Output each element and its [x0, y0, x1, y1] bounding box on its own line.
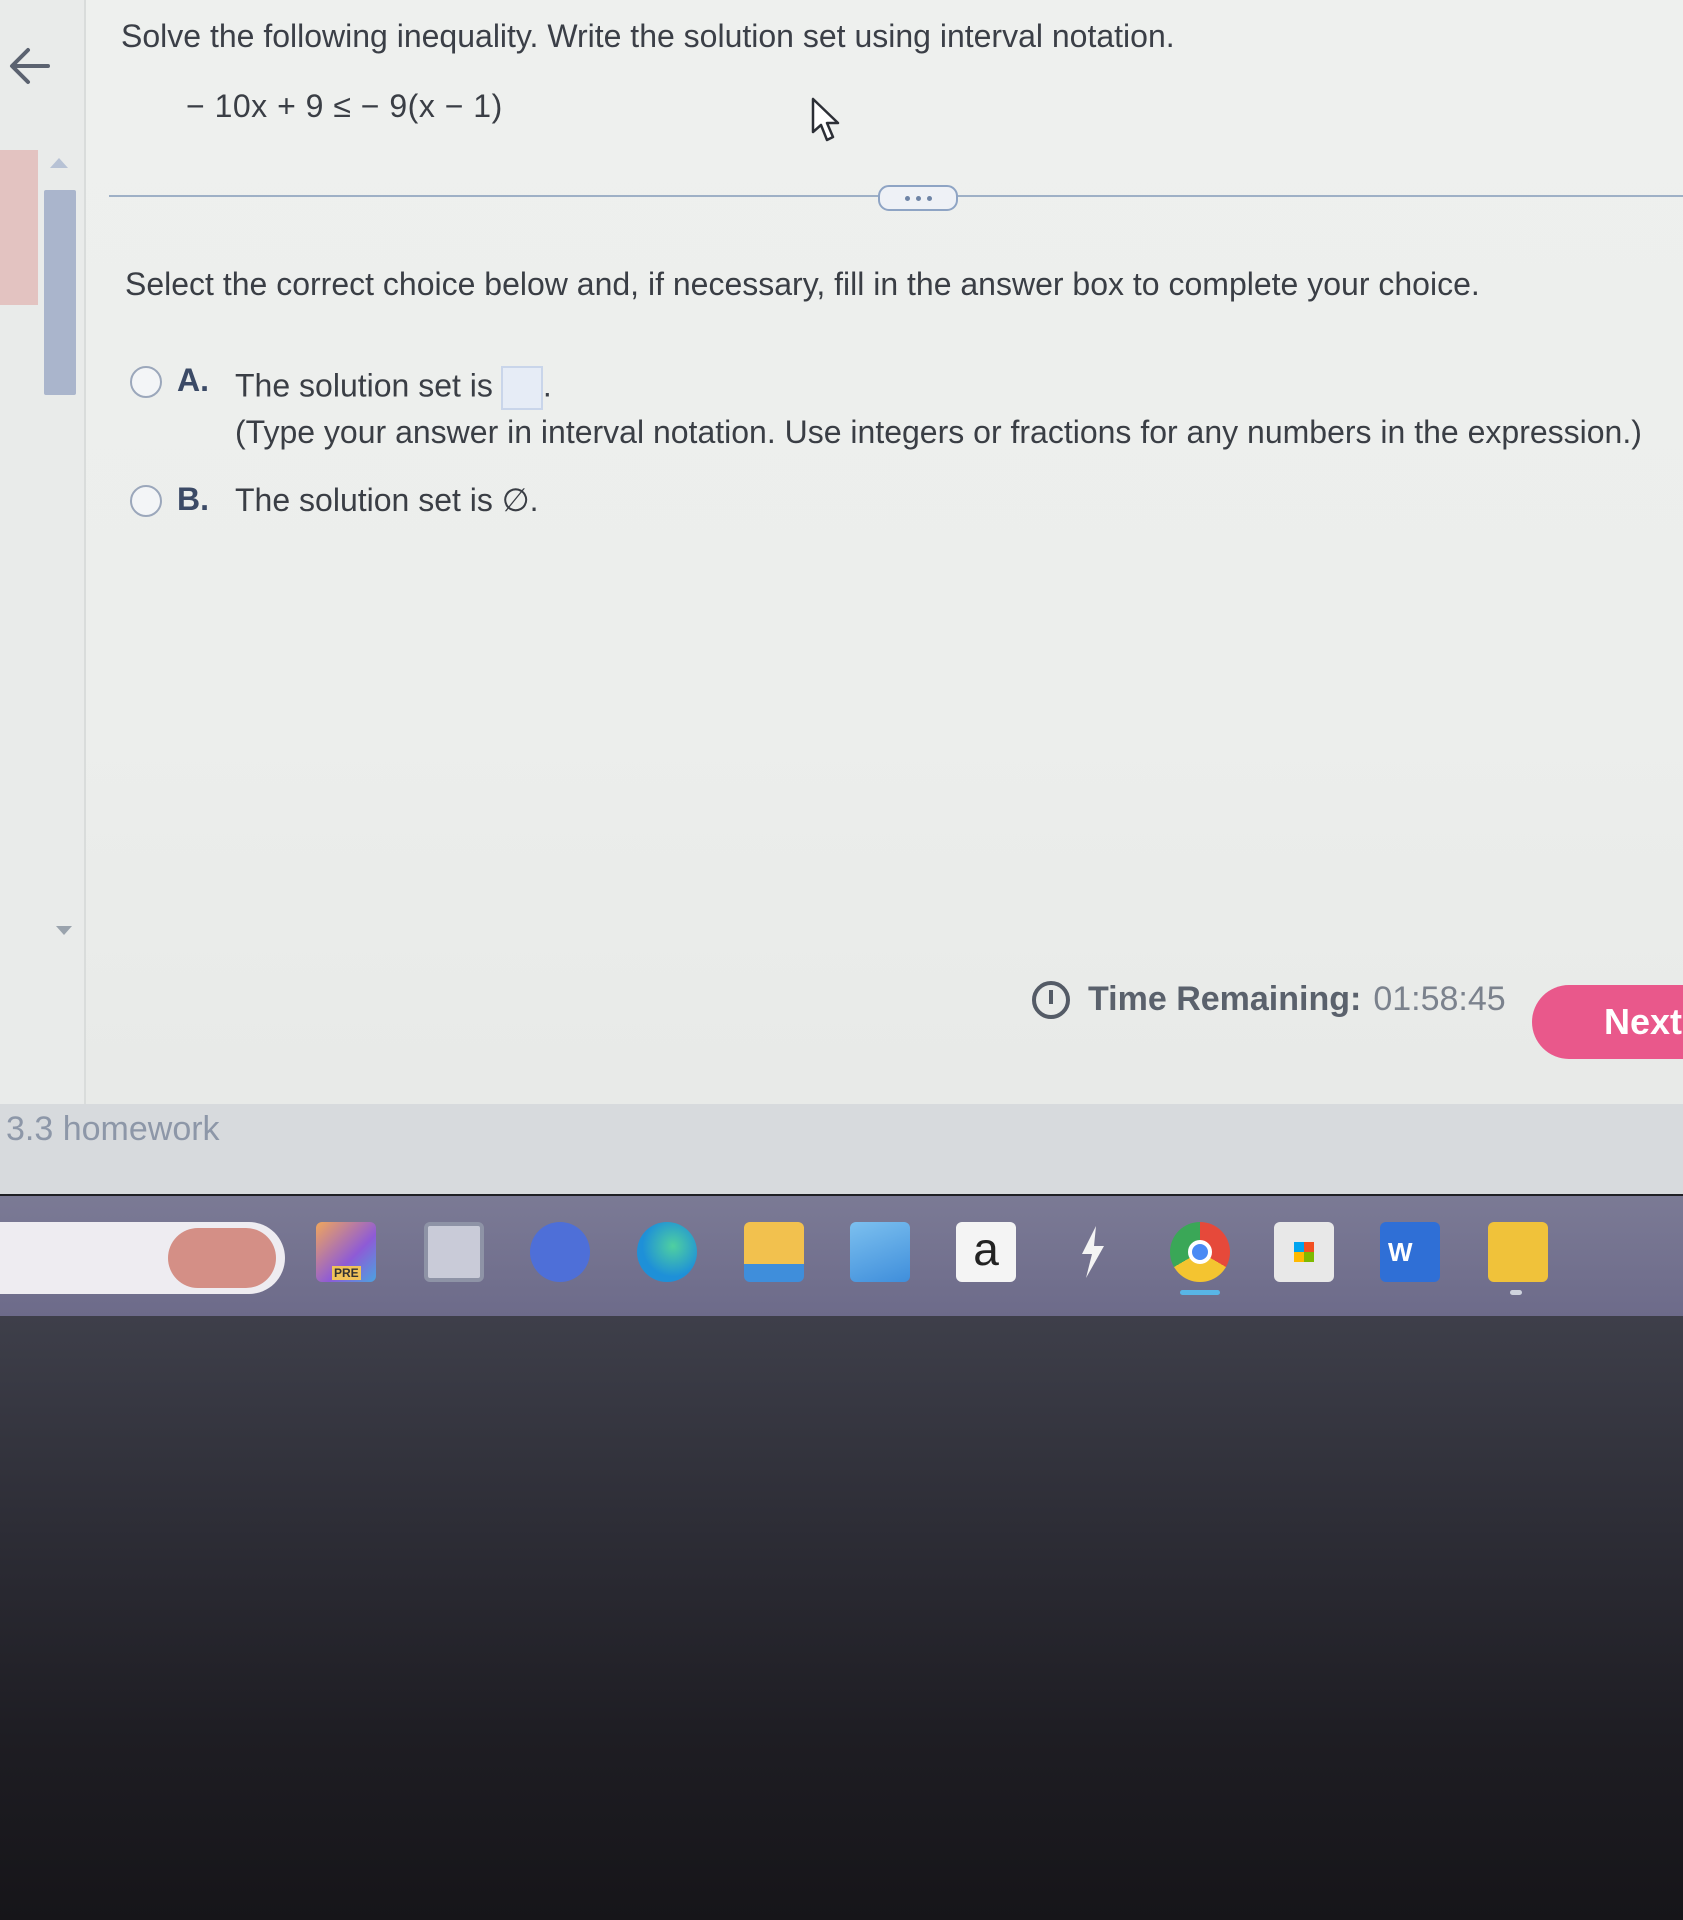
choice-a-period: .: [542, 367, 552, 404]
choice-a-radio[interactable]: [130, 366, 162, 398]
edge-browser-icon[interactable]: [637, 1222, 697, 1282]
choice-b-text: The solution set is ∅.: [235, 482, 539, 518]
chrome-icon[interactable]: [1170, 1222, 1230, 1282]
answer-input-box[interactable]: [500, 366, 543, 410]
choice-a-statement: The solution set is.: [235, 366, 552, 410]
copilot-badge: PRE: [332, 1266, 361, 1280]
zapper-icon[interactable]: [1062, 1222, 1122, 1282]
scrollbar[interactable]: [44, 158, 76, 938]
next-button[interactable]: Next: [1532, 985, 1683, 1059]
choice-a-letter: A.: [177, 362, 209, 398]
chrome-active-indicator: [1180, 1290, 1220, 1295]
clock-icon: [1032, 980, 1070, 1019]
search-highlight-icon: [168, 1228, 276, 1288]
footer-bar: [0, 1104, 1683, 1194]
chrome-center-icon: [1188, 1240, 1212, 1264]
scroll-down-icon[interactable]: [56, 926, 72, 935]
video-call-icon[interactable]: [530, 1222, 590, 1282]
time-remaining: Time Remaining: 01:58:45: [1032, 980, 1506, 1019]
dot-icon: [904, 195, 910, 201]
amazon-icon[interactable]: a: [956, 1222, 1016, 1282]
sticky-notes-icon[interactable]: [1488, 1222, 1548, 1282]
dot-icon: [915, 195, 921, 201]
choice-a-text: The solution set is: [235, 367, 493, 404]
back-arrow-icon[interactable]: [4, 40, 56, 92]
mouse-cursor-icon: [811, 97, 840, 142]
timer-label: Time Remaining:: [1088, 980, 1362, 1018]
mail-icon[interactable]: [850, 1222, 910, 1282]
choice-a-hint: (Type your answer in interval notation. …: [235, 414, 1642, 450]
scroll-up-icon[interactable]: [50, 158, 68, 168]
copilot-icon[interactable]: PRE: [316, 1222, 376, 1282]
task-view-icon[interactable]: [424, 1222, 484, 1282]
sticky-notes-indicator: [1510, 1290, 1522, 1295]
question-prompt: Solve the following inequality. Write th…: [121, 18, 1175, 54]
dot-icon: [926, 195, 932, 201]
choice-b-letter: B.: [177, 481, 209, 517]
choice-b-radio[interactable]: [130, 485, 162, 517]
inequality-equation: − 10x + 9 ≤ − 9(x − 1): [186, 88, 503, 124]
instruction-text: Select the correct choice below and, if …: [125, 266, 1480, 302]
file-explorer-icon[interactable]: [744, 1222, 804, 1282]
accent-strip: [0, 150, 38, 305]
store-logo-icon: [1294, 1242, 1314, 1262]
browser-content: Solve the following inequality. Write th…: [0, 0, 1683, 1194]
laptop-bezel: [0, 1316, 1683, 1920]
expand-button[interactable]: [878, 185, 958, 211]
assignment-title: 3.3 homework: [6, 1110, 220, 1148]
timer-value: 01:58:45: [1373, 980, 1506, 1018]
scroll-thumb[interactable]: [44, 190, 76, 395]
word-icon[interactable]: W: [1380, 1222, 1440, 1282]
microsoft-store-icon[interactable]: [1274, 1222, 1334, 1282]
